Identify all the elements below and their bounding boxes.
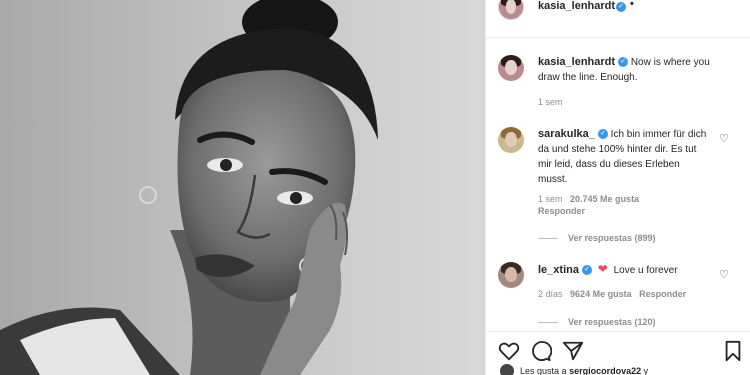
author-avatar[interactable]: [498, 0, 524, 20]
comment-item: sarakulka_ ✓ Ich bin immer für dich da un…: [498, 127, 743, 247]
instagram-post-view: kasia_lenhardt ✓ • kasia_lenhardt ✓ Now i…: [0, 0, 750, 375]
caption-comment: kasia_lenhardt ✓ Now is where you draw th…: [498, 55, 743, 115]
verified-badge-icon: ✓: [616, 2, 626, 12]
heart-icon[interactable]: [498, 340, 520, 362]
likes-user[interactable]: sergiocordova22: [569, 366, 641, 375]
likes-summary: Les gusta a sergiocordova22 y: [520, 366, 648, 375]
view-replies-label[interactable]: Ver respuestas (120): [568, 317, 656, 327]
verified-badge-icon: ✓: [581, 265, 592, 276]
comment-age[interactable]: 2 días: [538, 289, 563, 299]
red-heart-emoji: ❤: [597, 262, 608, 276]
comment-likes[interactable]: 20.745 Me gusta: [570, 194, 639, 204]
view-replies-label[interactable]: Ver respuestas (899): [568, 233, 656, 243]
comment-meta: 1 sem 20.745 Me gusta: [538, 194, 639, 204]
view-replies[interactable]: Ver respuestas (899): [538, 233, 656, 243]
reply-button[interactable]: Responder: [639, 289, 686, 299]
caption-username[interactable]: kasia_lenhardt: [538, 56, 615, 68]
reply-button[interactable]: Responder: [538, 206, 585, 216]
comment-bubble-icon[interactable]: [530, 340, 552, 362]
commenter-username[interactable]: sarakulka_: [538, 128, 595, 140]
verified-badge-icon: ✓: [618, 57, 629, 68]
likes-prefix: Les gusta a: [520, 366, 567, 375]
bookmark-icon[interactable]: [722, 340, 744, 362]
post-header: kasia_lenhardt ✓ •: [486, 0, 750, 38]
comment-item: le_xtina ✓ ❤ Love u forever ♡ 2 días 9624…: [498, 262, 743, 332]
author-username[interactable]: kasia_lenhardt: [538, 0, 615, 12]
portrait-photo-illustration: [0, 0, 485, 375]
commenter-avatar[interactable]: [498, 262, 524, 288]
comment-body: le_xtina ✓ ❤ Love u forever: [538, 262, 718, 278]
paper-plane-icon[interactable]: [562, 340, 584, 362]
caption-age[interactable]: 1 sem: [538, 97, 563, 107]
comment-body: sarakulka_ ✓ Ich bin immer für dich da un…: [538, 127, 708, 187]
comment-meta: 2 días 9624 Me gusta Responder: [538, 289, 686, 299]
author-avatar[interactable]: [498, 55, 524, 81]
comment-age[interactable]: 1 sem: [538, 194, 563, 204]
likes-suffix: y: [643, 366, 649, 375]
view-replies[interactable]: Ver respuestas (120): [538, 317, 656, 327]
header-separator: •: [630, 0, 634, 10]
caption-body: kasia_lenhardt ✓ Now is where you draw th…: [538, 55, 728, 85]
commenter-username[interactable]: le_xtina: [538, 264, 579, 276]
comment-text: Love u forever: [613, 265, 678, 276]
comment-like-heart-icon[interactable]: ♡: [719, 268, 729, 281]
verified-badge-icon: ✓: [597, 129, 608, 140]
comment-like-heart-icon[interactable]: ♡: [719, 132, 729, 145]
liker-avatar[interactable]: [500, 364, 514, 375]
commenter-avatar[interactable]: [498, 127, 524, 153]
post-photo[interactable]: [0, 0, 485, 375]
comment-likes[interactable]: 9624 Me gusta: [570, 289, 632, 299]
post-side-panel: kasia_lenhardt ✓ • kasia_lenhardt ✓ Now i…: [485, 0, 750, 375]
